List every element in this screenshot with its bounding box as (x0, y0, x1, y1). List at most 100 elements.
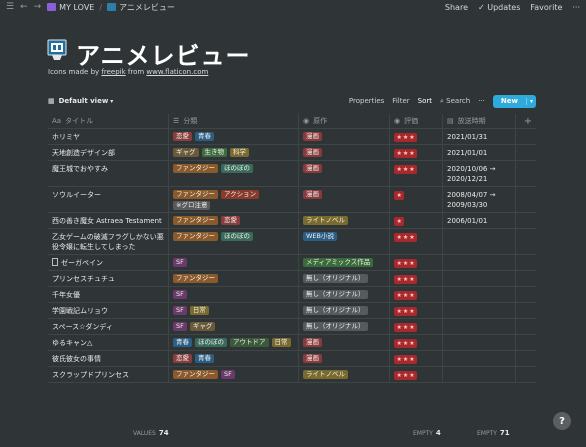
cell-source[interactable]: 漫画 (299, 129, 390, 144)
cell-period[interactable] (443, 351, 516, 366)
cell-category[interactable]: SF (169, 255, 299, 270)
cell-category[interactable]: SF ギャグ (169, 319, 299, 334)
menu-icon[interactable]: ☰ (6, 2, 14, 12)
cell-source[interactable]: ライトノベル (299, 367, 390, 382)
cell-category[interactable]: SF 日常 (169, 303, 299, 318)
cell-source[interactable]: 無し（オリジナル） (299, 271, 390, 286)
table-row[interactable]: プリンセスチュチュ ファンタジー 無し（オリジナル） ★ ★ ★ (48, 271, 536, 287)
cell-source[interactable]: ライトノベル (299, 213, 390, 228)
cell-category[interactable]: ファンタジー アクション ※グロ注意 (169, 187, 299, 212)
cell-title[interactable]: スペース☆ダンディ (48, 319, 169, 334)
cell-rating[interactable]: ★ ★ ★ (390, 255, 443, 270)
cell-period[interactable]: 2021/01/01 (443, 145, 516, 160)
cell-category[interactable]: ファンタジー 恋愛 (169, 213, 299, 228)
search-button[interactable]: ⌕ Search (440, 97, 470, 106)
cell-source[interactable]: メディアミックス作品 (299, 255, 390, 270)
cell-title[interactable]: ゼーガペイン (48, 255, 169, 270)
new-button[interactable]: New ▾ (492, 94, 536, 108)
cell-title[interactable]: 千年女優 (48, 287, 169, 302)
cell-rating[interactable]: ★ ★ ★ (390, 319, 443, 334)
cell-rating[interactable]: ★ ★ ★ (390, 145, 443, 160)
values-calculation[interactable]: VALUES 74 (133, 429, 169, 437)
new-dropdown-icon[interactable]: ▾ (525, 97, 536, 105)
cell-category[interactable]: 青春 ほのぼの アウトドア 日常 (169, 335, 299, 350)
cell-title[interactable]: 彼氏彼女の事情 (48, 351, 169, 366)
cell-rating[interactable]: ★ ★ ★ (390, 271, 443, 286)
table-row[interactable]: 千年女優 SF 無し（オリジナル） ★ ★ ★ (48, 287, 536, 303)
credit-author-link[interactable]: freepik (101, 68, 125, 76)
cell-period[interactable]: 2008/04/07 → 2009/03/30 (443, 187, 516, 212)
cell-category[interactable]: ファンタジー (169, 271, 299, 286)
cell-rating[interactable]: ★ ★ ★ (390, 229, 443, 254)
cell-rating[interactable]: ★ ★ ★ (390, 287, 443, 302)
cell-period[interactable] (443, 255, 516, 270)
cell-category[interactable]: ギャグ 生き物 科学 (169, 145, 299, 160)
cell-title[interactable]: 魔王城でおやすみ (48, 161, 169, 186)
empty-calculation-period[interactable]: EMPTY 71 (477, 429, 510, 437)
cell-rating[interactable]: ★ ★ ★ (390, 129, 443, 144)
cell-title[interactable]: プリンセスチュチュ (48, 271, 169, 286)
cell-period[interactable] (443, 271, 516, 286)
share-button[interactable]: Share (445, 3, 468, 12)
table-row[interactable]: スペース☆ダンディ SF ギャグ 無し（オリジナル） ★ ★ ★ (48, 319, 536, 335)
cell-category[interactable]: ファンタジー ほのぼの (169, 161, 299, 186)
cell-rating[interactable]: ★ (390, 213, 443, 228)
filter-button[interactable]: Filter (392, 97, 409, 105)
cell-period[interactable] (443, 287, 516, 302)
back-arrow-icon[interactable]: ← (20, 2, 28, 12)
updates-button[interactable]: ✓ Updates (478, 3, 520, 12)
more-options-icon[interactable]: ··· (572, 3, 580, 12)
forward-arrow-icon[interactable]: → (34, 2, 42, 12)
credit-site-link[interactable]: www.flaticon.com (146, 68, 208, 76)
cell-source[interactable]: 無し（オリジナル） (299, 303, 390, 318)
column-header-period[interactable]: ▤ 放送時期 (443, 114, 516, 128)
cell-source[interactable]: 無し（オリジナル） (299, 287, 390, 302)
column-header-rating[interactable]: ◉ 評価 (390, 114, 443, 128)
cell-category[interactable]: 恋愛 青春 (169, 129, 299, 144)
cell-title[interactable]: 乙女ゲームの破滅フラグしかない悪役令嬢に転生してしまった (48, 229, 169, 254)
sort-button[interactable]: Sort (418, 97, 432, 105)
cell-period[interactable] (443, 319, 516, 334)
table-row[interactable]: 魔王城でおやすみ ファンタジー ほのぼの 漫画 ★ ★ ★ 2020/10/06 → 2020/… (48, 161, 536, 187)
table-row[interactable]: 学園戦記ムリョウ SF 日常 無し（オリジナル） ★ ★ ★ (48, 303, 536, 319)
cell-source[interactable]: 漫画 (299, 187, 390, 212)
cell-category[interactable]: 恋愛 青春 (169, 351, 299, 366)
cell-title[interactable]: ホリミヤ (48, 129, 169, 144)
cell-title[interactable]: スクラップドプリンセス (48, 367, 169, 382)
cell-rating[interactable]: ★ ★ ★ (390, 351, 443, 366)
cell-title[interactable]: 西の善き魔女 Astraea Testament (48, 213, 169, 228)
table-row[interactable]: 天地創造デザイン部 ギャグ 生き物 科学 漫画 ★ ★ ★ 2021/01/01 (48, 145, 536, 161)
cell-source[interactable]: 漫画 (299, 351, 390, 366)
breadcrumb-workspace[interactable]: MY LOVE (47, 3, 94, 12)
cell-source[interactable]: 無し（オリジナル） (299, 319, 390, 334)
table-row[interactable]: ゆるキャン△ 青春 ほのぼの アウトドア 日常 漫画 ★ ★ ★ (48, 335, 536, 351)
cell-source[interactable]: 漫画 (299, 335, 390, 350)
cell-rating[interactable]: ★ ★ ★ (390, 367, 443, 382)
table-row[interactable]: 彼氏彼女の事情 恋愛 青春 漫画 ★ ★ ★ (48, 351, 536, 367)
view-selector[interactable]: ▦ Default view ▾ (48, 97, 113, 105)
cell-rating[interactable]: ★ ★ ★ (390, 161, 443, 186)
cell-period[interactable]: 2021/01/31 (443, 129, 516, 144)
add-column-button[interactable]: + (516, 114, 536, 128)
column-header-source[interactable]: ◉ 原作 (299, 114, 390, 128)
properties-button[interactable]: Properties (349, 97, 384, 105)
review-page-icon[interactable] (47, 39, 67, 61)
cell-period[interactable] (443, 367, 516, 382)
cell-source[interactable]: 漫画 (299, 145, 390, 160)
breadcrumb-page[interactable]: アニメレビュー (107, 2, 175, 13)
cell-rating[interactable]: ★ ★ ★ (390, 335, 443, 350)
cell-category[interactable]: SF (169, 287, 299, 302)
cell-title[interactable]: 学園戦記ムリョウ (48, 303, 169, 318)
column-header-category[interactable]: ☰ 分類 (169, 114, 299, 128)
table-row[interactable]: 乙女ゲームの破滅フラグしかない悪役令嬢に転生してしまった ファンタジー ほのぼの WE… (48, 229, 536, 255)
cell-rating[interactable]: ★ ★ ★ (390, 303, 443, 318)
cell-period[interactable] (443, 229, 516, 254)
table-row[interactable]: ソウルイーター ファンタジー アクション ※グロ注意 漫画 ★ 2008/04/07 → 20… (48, 187, 536, 213)
empty-calculation-source[interactable]: EMPTY 4 (413, 429, 441, 437)
cell-period[interactable] (443, 303, 516, 318)
column-header-title[interactable]: Aa タイトル (48, 114, 169, 128)
table-row[interactable]: ゼーガペイン SF メディアミックス作品 ★ ★ ★ (48, 255, 536, 271)
favorite-button[interactable]: Favorite (530, 3, 562, 12)
more-view-options-icon[interactable]: ··· (478, 97, 485, 105)
table-row[interactable]: スクラップドプリンセス ファンタジー SF ライトノベル ★ ★ ★ (48, 367, 536, 383)
